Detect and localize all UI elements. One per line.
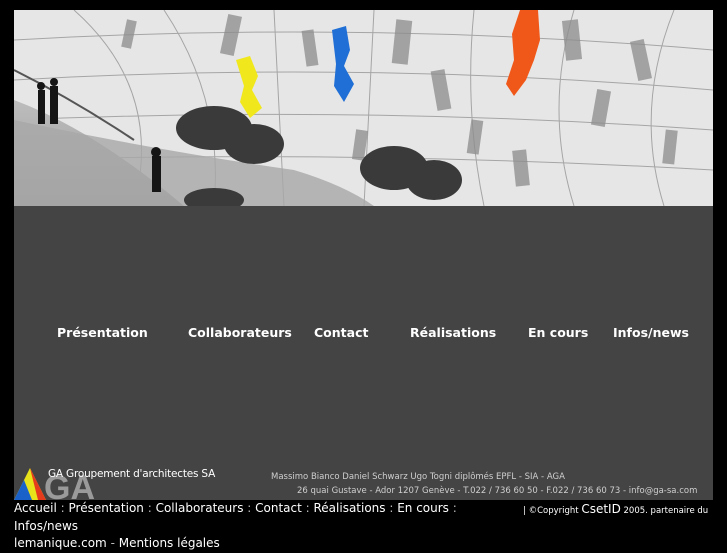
footer-link-mentions-legales[interactable]: Mentions légales: [119, 536, 220, 550]
footer-link-en-cours[interactable]: En cours: [397, 501, 449, 515]
separator: :: [243, 501, 256, 515]
main-panel: Présentation Collaborateurs Contact Réal…: [14, 206, 713, 507]
copyright-suffix[interactable]: 2005. partenaire du: [624, 506, 709, 516]
footer-link-contact[interactable]: Contact: [255, 501, 302, 515]
nav-infos-news[interactable]: Infos/news: [613, 325, 689, 340]
nav-presentation[interactable]: Présentation: [57, 325, 148, 340]
footer-link-infos-news[interactable]: Infos/news: [14, 519, 78, 533]
separator: :: [301, 501, 314, 515]
atrium-rendering: [14, 10, 713, 206]
separator: -: [106, 536, 119, 550]
separator: :: [385, 501, 398, 515]
copyright-prefix: | ©Copyright: [523, 506, 579, 516]
address-line: 26 quai Gustave - Ador 1207 Genève - T.0…: [297, 486, 698, 496]
company-name: GA Groupement d'architectes SA: [48, 468, 216, 480]
separator: :: [143, 501, 156, 515]
copyright: | ©Copyright CsetID 2005. partenaire du: [523, 502, 708, 516]
nav-collaborateurs[interactable]: Collaborateurs: [188, 325, 292, 340]
partners-line: Massimo Bianco Daniel Schwarz Ugo Togni …: [271, 472, 565, 482]
footer-link-realisations[interactable]: Réalisations: [313, 501, 385, 515]
csetid-link[interactable]: CsetID: [581, 502, 621, 516]
footer-link-presentation[interactable]: Présentation: [69, 501, 144, 515]
nav-en-cours[interactable]: En cours: [528, 325, 588, 340]
separator: :: [448, 501, 457, 515]
nav-contact[interactable]: Contact: [314, 325, 368, 340]
footer-link-lemanique[interactable]: lemanique.com: [14, 536, 107, 550]
separator: :: [56, 501, 69, 515]
nav-realisations[interactable]: Réalisations: [410, 325, 496, 340]
hero-image: [14, 10, 713, 206]
footer-link-collaborateurs[interactable]: Collaborateurs: [156, 501, 244, 515]
footer-link-accueil[interactable]: Accueil: [14, 501, 57, 515]
